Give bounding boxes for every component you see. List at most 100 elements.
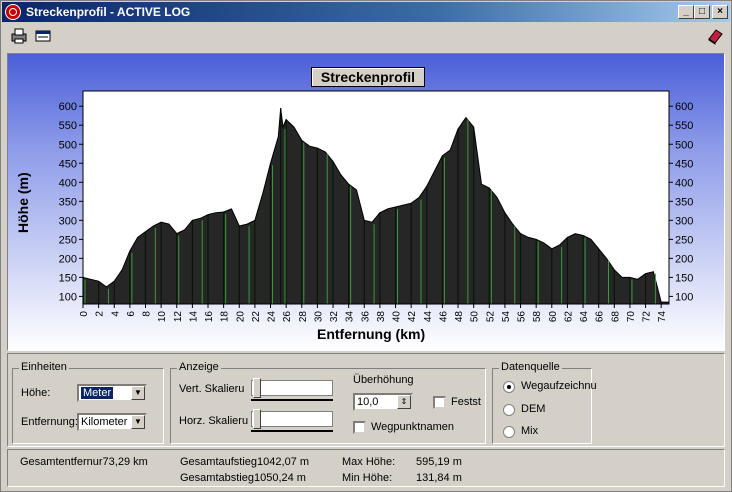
x-tick-label: 42 <box>407 311 418 323</box>
x-tick-label: 72 <box>642 311 653 323</box>
y-tick-label-right: 300 <box>675 215 693 227</box>
y-tick-label: 200 <box>59 253 77 265</box>
group-anzeige: Anzeige Vert. Skalieru Horz. Skalieru Üb… <box>170 361 486 444</box>
radio-wegaufzeichnung[interactable] <box>503 381 515 393</box>
chart-title: Streckenprofil <box>311 67 425 87</box>
aufstieg-text: Gesamtaufstieg1042,07 m <box>180 456 310 468</box>
x-tick-label: 56 <box>517 311 528 323</box>
y-tick-label: 250 <box>59 234 77 246</box>
entfernung-value: Kilometer <box>81 416 128 428</box>
x-tick-label: 18 <box>220 311 231 323</box>
mix-label: Mix <box>521 425 539 437</box>
x-tick-label: 26 <box>282 311 293 323</box>
y-tick-label-right: 450 <box>675 158 693 170</box>
x-tick-label: 14 <box>188 311 199 323</box>
y-tick-label-right: 150 <box>675 272 693 284</box>
x-tick-label: 74 <box>657 311 668 323</box>
y-tick-label-right: 100 <box>675 291 693 303</box>
x-tick-label: 12 <box>173 311 184 323</box>
abstieg-text: Gesamtabstieg1050,24 m <box>180 472 306 484</box>
hoehe-value: Meter <box>81 387 114 399</box>
x-tick-label: 10 <box>157 311 168 323</box>
entfernung-select[interactable]: Kilometer ▼ <box>77 413 147 431</box>
horz-scale-thumb[interactable] <box>253 409 261 429</box>
y-tick-label-right: 400 <box>675 177 693 189</box>
hoehe-label: Höhe: <box>21 387 51 399</box>
x-tick-label: 38 <box>376 311 387 323</box>
x-tick-label: 40 <box>392 311 403 323</box>
horz-scale-slider[interactable] <box>251 411 333 427</box>
vert-scale-slider[interactable] <box>251 380 333 396</box>
x-tick-label: 50 <box>470 311 481 323</box>
radio-dem[interactable] <box>503 404 515 416</box>
y-tick-label-right: 350 <box>675 196 693 208</box>
x-tick-label: 6 <box>126 311 137 317</box>
ueberhoehung-value: 10,0 <box>357 396 379 408</box>
wegaufzeichnung-label: Wegaufzeichnu <box>521 380 597 392</box>
x-tick-label: 48 <box>454 311 465 323</box>
max-hoehe-label: Max Höhe: <box>342 456 396 468</box>
x-tick-label: 46 <box>438 311 449 323</box>
x-tick-label: 32 <box>329 311 340 323</box>
x-tick-label: 66 <box>595 311 606 323</box>
vert-scale-thumb[interactable] <box>253 378 261 398</box>
spinner-icon[interactable]: ⇕ <box>397 395 411 409</box>
y-tick-label: 450 <box>59 158 77 170</box>
ueberhoehung-input[interactable]: 10,0 ⇕ <box>353 393 413 411</box>
elevation-chart: 100 100150 150200 200250 250300 300350 350400 4… <box>59 90 693 323</box>
y-tick-label: 150 <box>59 272 77 284</box>
wegpunkt-checkbox[interactable] <box>353 421 366 434</box>
einheiten-legend: Einheiten <box>19 361 69 373</box>
group-einheiten: Einheiten Höhe: Meter ▼ Entfernung: Kilo… <box>12 361 164 444</box>
y-tick-label: 500 <box>59 139 77 151</box>
chevron-down-icon[interactable]: ▼ <box>131 415 145 429</box>
x-tick-label: 54 <box>501 311 512 323</box>
x-axis-label: Entfernung (km) <box>317 326 426 342</box>
x-tick-label: 30 <box>313 311 324 323</box>
x-tick-label: 20 <box>235 311 246 323</box>
y-tick-label-right: 250 <box>675 234 693 246</box>
group-datenquelle: Datenquelle Wegaufzeichnu DEM Mix <box>492 361 597 444</box>
x-tick-label: 34 <box>345 311 356 323</box>
y-tick-label: 400 <box>59 177 77 189</box>
x-tick-label: 4 <box>110 311 121 317</box>
y-axis-label: Höhe (m) <box>15 172 31 233</box>
x-tick-label: 68 <box>610 311 621 323</box>
x-tick-label: 44 <box>423 311 434 323</box>
datenquelle-legend: Datenquelle <box>499 361 562 373</box>
x-tick-label: 52 <box>485 311 496 323</box>
chevron-down-icon[interactable]: ▼ <box>131 386 145 400</box>
dem-label: DEM <box>521 403 546 415</box>
y-tick-label: 100 <box>59 291 77 303</box>
min-hoehe-value: 131,84 m <box>416 472 462 484</box>
x-tick-label: 36 <box>360 311 371 323</box>
gesamtentfernung-text: Gesamtentfernur73,29 km <box>20 456 148 468</box>
y-tick-label: 300 <box>59 215 77 227</box>
x-tick-label: 0 <box>79 311 90 317</box>
fest-label: Festst <box>451 396 481 408</box>
y-tick-label: 350 <box>59 196 77 208</box>
x-tick-label: 8 <box>142 311 153 317</box>
hoehe-select[interactable]: Meter ▼ <box>77 384 147 402</box>
main-window: Streckenprofil - ACTIVE LOG _ □ × 100 100… <box>0 0 732 492</box>
y-tick-label-right: 550 <box>675 120 693 132</box>
y-tick-label-right: 600 <box>675 101 693 113</box>
x-tick-label: 70 <box>626 311 637 323</box>
horz-scale-label: Horz. Skalieru <box>179 415 249 427</box>
max-hoehe-value: 595,19 m <box>416 456 462 468</box>
x-tick-label: 2 <box>95 311 106 317</box>
x-tick-label: 24 <box>267 311 278 323</box>
x-tick-label: 16 <box>204 311 215 323</box>
x-tick-label: 60 <box>548 311 559 323</box>
vert-scale-label: Vert. Skalieru <box>179 383 245 395</box>
min-hoehe-label: Min Höhe: <box>342 472 393 484</box>
x-tick-label: 62 <box>563 311 574 323</box>
anzeige-legend: Anzeige <box>177 361 221 373</box>
radio-mix[interactable] <box>503 426 515 438</box>
fest-checkbox[interactable] <box>433 396 446 409</box>
horz-scale-line <box>251 430 333 432</box>
y-tick-label: 600 <box>59 101 77 113</box>
x-tick-label: 58 <box>532 311 543 323</box>
status-bar: Gesamtentfernur73,29 km Gesamtaufstieg10… <box>7 449 725 487</box>
y-tick-label-right: 200 <box>675 253 693 265</box>
